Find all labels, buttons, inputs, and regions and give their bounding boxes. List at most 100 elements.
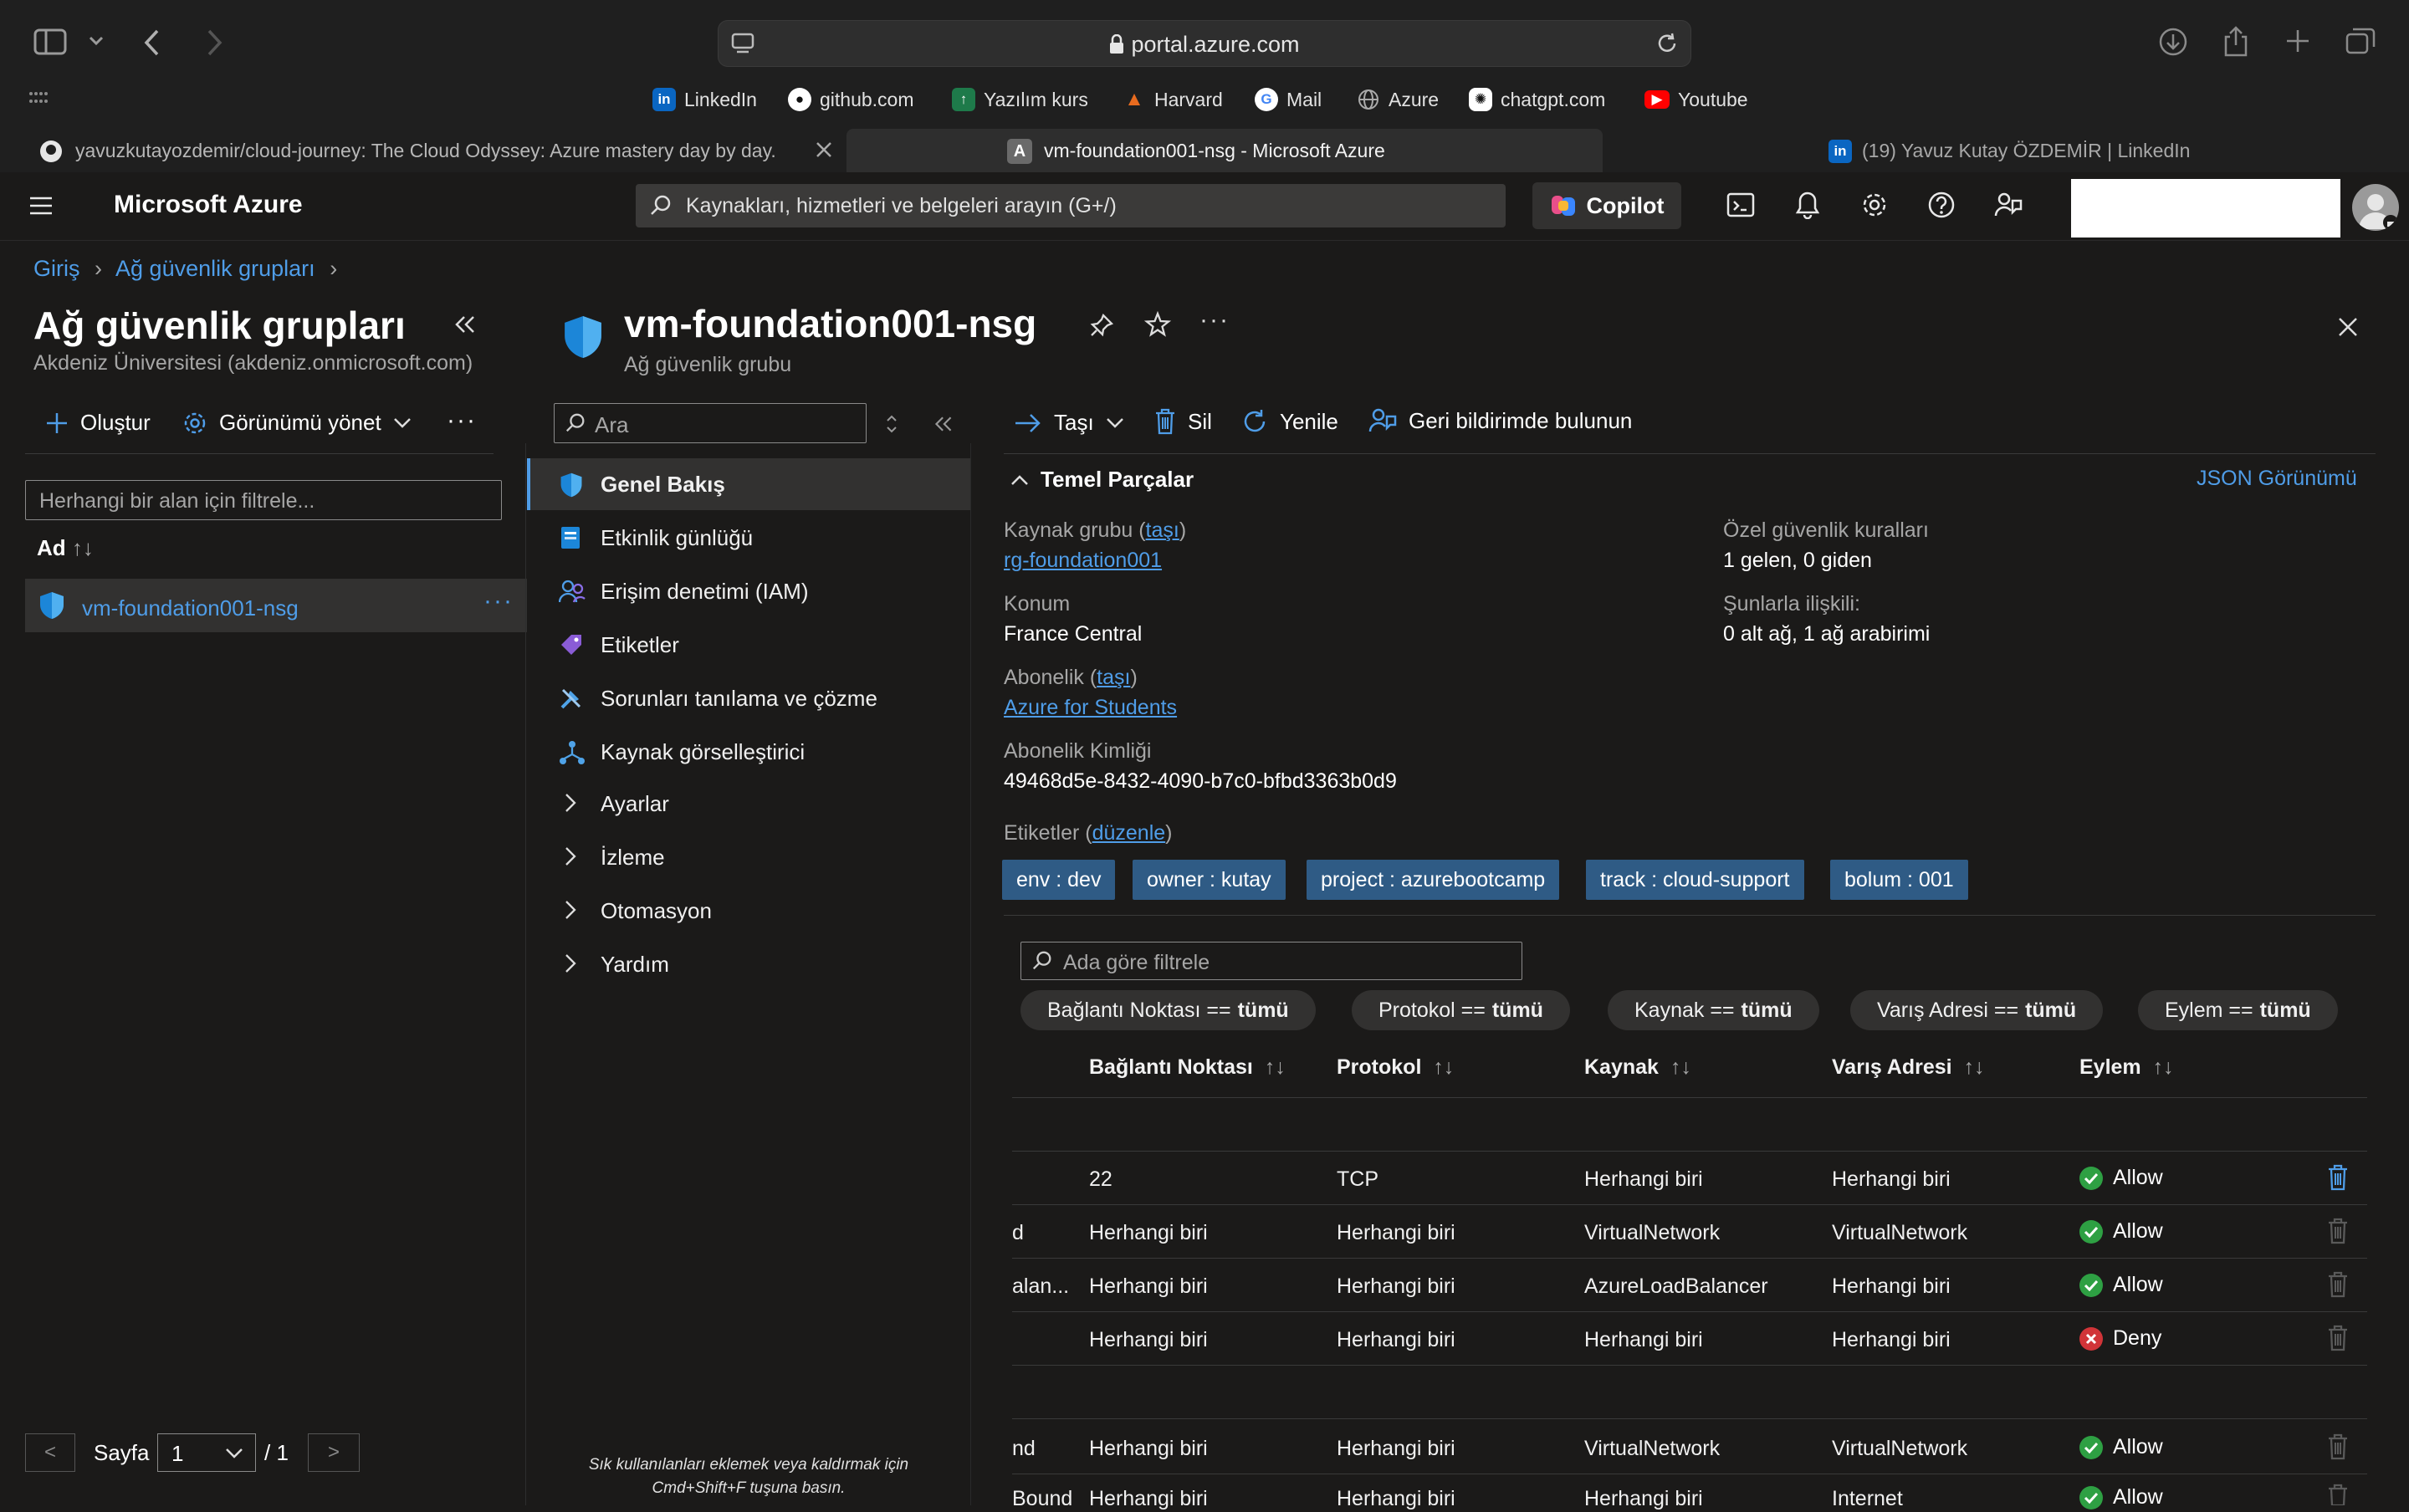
- nav-resource-visualizer[interactable]: Kaynak görselleştirici: [527, 726, 970, 778]
- favorite-azure[interactable]: Azure: [1357, 82, 1439, 117]
- rule-source: Herhangi biri: [1584, 1487, 1703, 1510]
- hamburger-menu-icon[interactable]: [28, 196, 54, 216]
- nav-diagnose[interactable]: Sorunları tanılama ve çözme: [527, 672, 970, 724]
- favorite-chatgpt[interactable]: ✺ chatgpt.com: [1469, 82, 1605, 117]
- more-options-icon[interactable]: ···: [447, 406, 477, 435]
- manage-view-button[interactable]: Görünümü yönet: [182, 410, 412, 436]
- back-icon[interactable]: [142, 28, 162, 57]
- avatar[interactable]: [2352, 184, 2399, 231]
- filter-pill-protocol[interactable]: Protokol == tümü: [1352, 990, 1570, 1030]
- download-icon[interactable]: [2158, 27, 2188, 57]
- list-item-name[interactable]: vm-foundation001-nsg: [82, 595, 299, 621]
- address-bar[interactable]: portal.azure.com: [718, 20, 1691, 67]
- chevron-down-icon[interactable]: [89, 35, 104, 47]
- sub-move-link[interactable]: taşı: [1097, 666, 1130, 689]
- resource-menu-search[interactable]: Ara: [554, 403, 867, 443]
- delete-button[interactable]: Sil: [1154, 408, 1212, 435]
- sort-updown-icon[interactable]: [885, 413, 898, 435]
- breadcrumb-nsg[interactable]: Ağ güvenlik grupları: [115, 256, 315, 281]
- create-button[interactable]: Oluştur: [45, 410, 151, 436]
- feedback-button[interactable]: Geri bildirimde bulunun: [1368, 406, 1632, 435]
- tab-github[interactable]: yavuzkutayozdemir/cloud-journey: The Clo…: [0, 129, 803, 172]
- favorites-hint: Sık kullanılanları eklemek veya kaldırma…: [535, 1453, 962, 1500]
- pin-icon[interactable]: [1089, 313, 1114, 338]
- filter-pill-source[interactable]: Kaynak == tümü: [1608, 990, 1819, 1030]
- favorite-linkedin[interactable]: in LinkedIn: [652, 82, 757, 117]
- associated-value: 0 alt ağ, 1 ağ arabirimi: [1723, 622, 1931, 646]
- column-header-protocol[interactable]: Protokol ↑↓: [1337, 1055, 1454, 1080]
- nav-label: Otomasyon: [601, 897, 712, 923]
- subscription-label: Abonelik (taşı): [1004, 666, 1138, 690]
- rg-value-link[interactable]: rg-foundation001: [1004, 549, 1162, 573]
- breadcrumb-home[interactable]: Giriş: [33, 256, 80, 281]
- refresh-label: Yenile: [1280, 408, 1338, 434]
- search-icon: [649, 194, 673, 217]
- tags-edit-link[interactable]: düzenle: [1092, 821, 1166, 845]
- sidebar-toggle-icon[interactable]: [33, 28, 67, 55]
- rule-name: alan...: [1012, 1274, 1070, 1298]
- favorite-youtube[interactable]: ▶ Youtube: [1644, 82, 1748, 117]
- nav-overview[interactable]: Genel Bakış: [527, 458, 970, 510]
- cloud-shell-icon[interactable]: [1726, 191, 1755, 219]
- tag-chip: owner : kutay: [1133, 860, 1286, 900]
- favorite-mail[interactable]: G Mail: [1255, 82, 1322, 117]
- collapse-menu-icon[interactable]: [933, 415, 954, 433]
- column-header-port[interactable]: Bağlantı Noktası ↑↓: [1089, 1055, 1286, 1080]
- page-select[interactable]: 1: [157, 1433, 256, 1472]
- column-header-source[interactable]: Kaynak ↑↓: [1584, 1055, 1691, 1080]
- new-tab-icon[interactable]: [2285, 28, 2310, 54]
- close-tab-icon[interactable]: [815, 140, 833, 159]
- nav-iam[interactable]: Erişim denetimi (IAM): [527, 565, 970, 617]
- share-icon[interactable]: [2222, 25, 2250, 57]
- divider: [1012, 1151, 2367, 1152]
- tab-overview-icon[interactable]: [2345, 27, 2376, 55]
- nav-automation-group[interactable]: Otomasyon: [527, 885, 970, 937]
- subscription-value-link[interactable]: Azure for Students: [1004, 696, 1177, 720]
- json-view-link[interactable]: JSON Görünümü: [2197, 467, 2357, 491]
- more-options-icon[interactable]: ···: [1199, 306, 1230, 335]
- essentials-toggle[interactable]: Temel Parçalar: [1010, 467, 1194, 493]
- filter-pill-port[interactable]: Bağlantı Noktası == tümü: [1020, 990, 1316, 1030]
- copilot-button[interactable]: Copilot: [1532, 182, 1681, 229]
- nav-settings-group[interactable]: Ayarlar: [527, 778, 970, 830]
- column-header-destination[interactable]: Varış Adresi ↑↓: [1832, 1055, 1985, 1080]
- favorite-yazilim[interactable]: ↑ Yazılım kurs: [952, 82, 1088, 117]
- help-icon[interactable]: [1927, 191, 1956, 219]
- row-more-icon[interactable]: ···: [483, 587, 514, 616]
- column-header-action[interactable]: Eylem ↑↓: [2079, 1055, 2174, 1080]
- global-search-input[interactable]: Kaynakları, hizmetleri ve belgeleri aray…: [636, 184, 1506, 227]
- favorite-github[interactable]: ● github.com: [788, 82, 914, 117]
- rule-action: Allow: [2079, 1273, 2163, 1297]
- reload-icon[interactable]: [1655, 32, 1679, 55]
- column-header-name[interactable]: Ad ↑↓: [37, 535, 94, 561]
- close-icon[interactable]: [2337, 316, 2359, 338]
- settings-gear-icon[interactable]: [1860, 191, 1889, 219]
- filter-pill-destination[interactable]: Varış Adresi == tümü: [1850, 990, 2104, 1030]
- favorite-harvard[interactable]: ▲ Harvard: [1123, 82, 1223, 117]
- star-icon[interactable]: [1144, 311, 1171, 338]
- feedback-icon[interactable]: [1994, 191, 2023, 219]
- pill-label: Bağlantı Noktası ==: [1047, 998, 1231, 1022]
- account-info-box[interactable]: [2071, 179, 2340, 238]
- filter-pill-action[interactable]: Eylem == tümü: [2138, 990, 2338, 1030]
- next-page-button[interactable]: >: [308, 1433, 360, 1472]
- list-filter-input[interactable]: Herhangi bir alan için filtrele...: [25, 480, 502, 520]
- collapse-pane-icon[interactable]: [453, 314, 477, 335]
- grid-icon[interactable]: [28, 90, 49, 107]
- refresh-button[interactable]: Yenile: [1241, 408, 1338, 435]
- nav-help-group[interactable]: Yardım: [527, 938, 970, 990]
- nav-activity-log[interactable]: Etkinlik günlüğü: [527, 512, 970, 564]
- notifications-icon[interactable]: [1795, 191, 1820, 219]
- prev-page-button[interactable]: <: [25, 1433, 75, 1472]
- tab-linkedin[interactable]: in (19) Yavuz Kutay ÖZDEMİR | LinkedIn: [1603, 129, 2409, 172]
- nav-monitoring-group[interactable]: İzleme: [527, 831, 970, 883]
- forward-icon[interactable]: [204, 28, 224, 57]
- rules-filter-input[interactable]: Ada göre filtrele: [1020, 942, 1522, 980]
- tab-azure[interactable]: A vm-foundation001-nsg - Microsoft Azure: [846, 129, 1603, 172]
- rg-move-link[interactable]: taşı: [1146, 518, 1179, 542]
- brand-title[interactable]: Microsoft Azure: [114, 191, 303, 219]
- delete-rule-icon[interactable]: [2327, 1164, 2352, 1193]
- list-item[interactable]: vm-foundation001-nsg ···: [25, 579, 527, 632]
- nav-tags[interactable]: Etiketler: [527, 619, 970, 671]
- move-button[interactable]: Taşı: [1014, 410, 1124, 436]
